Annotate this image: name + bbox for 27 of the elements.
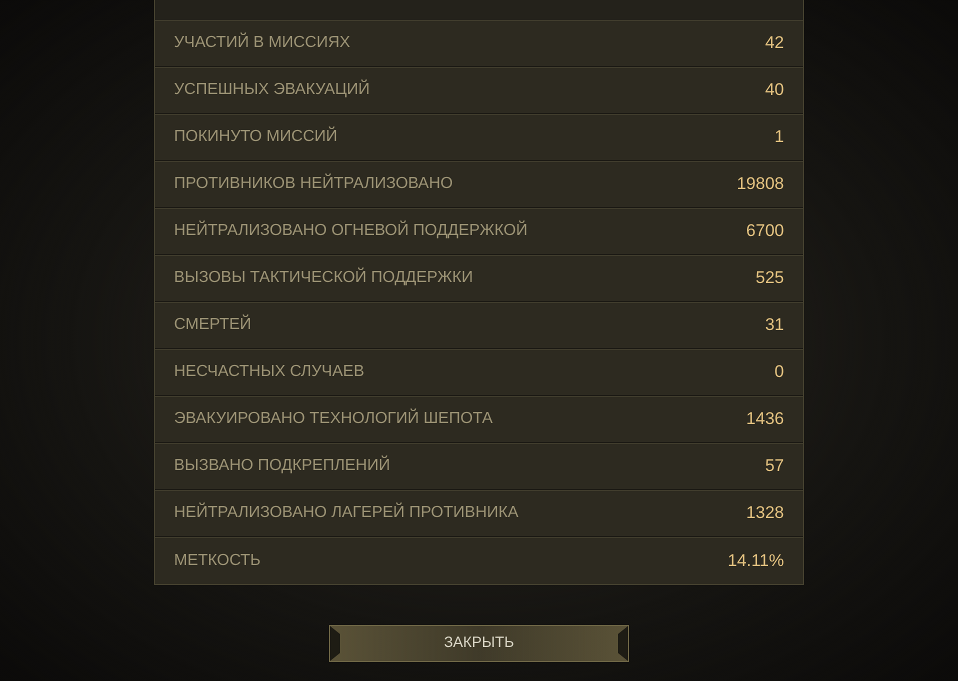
stat-value: 31	[765, 314, 784, 336]
stat-label: МЕТКОСТЬ	[174, 550, 261, 570]
bevel-icon	[330, 626, 340, 661]
stat-label: УЧАСТИЙ В МИССИЯХ	[174, 32, 350, 53]
stat-value: 0	[774, 361, 784, 384]
stat-label: ПОКИНУТО МИССИЙ	[174, 126, 338, 147]
stat-value: 19808	[736, 173, 784, 196]
stat-value: 14.11%	[728, 550, 784, 572]
stat-value: 42	[765, 32, 784, 54]
stat-label: ЭВАКУИРОВАНО ТЕХНОЛОГИЙ ШЕПОТА	[174, 408, 493, 429]
stat-label: НЕЙТРАЛИЗОВАНО ЛАГЕРЕЙ ПРОТИВНИКА	[174, 502, 518, 523]
close-button[interactable]: ЗАКРЫТЬ	[329, 625, 629, 662]
stat-label: ВЫЗВАНО ПОДКРЕПЛЕНИЙ	[174, 454, 390, 476]
stat-value: 525	[756, 267, 784, 290]
stat-label: НЕСЧАСТНЫХ СЛУЧАЕВ	[174, 362, 364, 382]
stat-value: 40	[765, 79, 784, 102]
stat-label: НЕЙТРАЛИЗОВАНО ОГНЕВОЙ ПОДДЕРЖКОЙ	[174, 220, 528, 241]
bevel-icon	[618, 626, 628, 661]
stat-value: 1328	[746, 502, 784, 524]
stat-label: УСПЕШНЫХ ЭВАКУАЦИЙ	[174, 78, 370, 100]
stat-value: 1	[774, 126, 784, 148]
stat-value: 57	[765, 455, 784, 478]
stat-label: СМЕРТЕЙ	[174, 314, 252, 335]
stat-value: 6700	[746, 220, 784, 242]
stat-value: 1436	[746, 408, 784, 430]
stat-label: ПРОТИВНИКОВ НЕЙТРАЛИЗОВАНО	[174, 172, 453, 194]
stat-label: ВЫЗОВЫ ТАКТИЧЕСКОЙ ПОДДЕРЖКИ	[174, 266, 473, 288]
